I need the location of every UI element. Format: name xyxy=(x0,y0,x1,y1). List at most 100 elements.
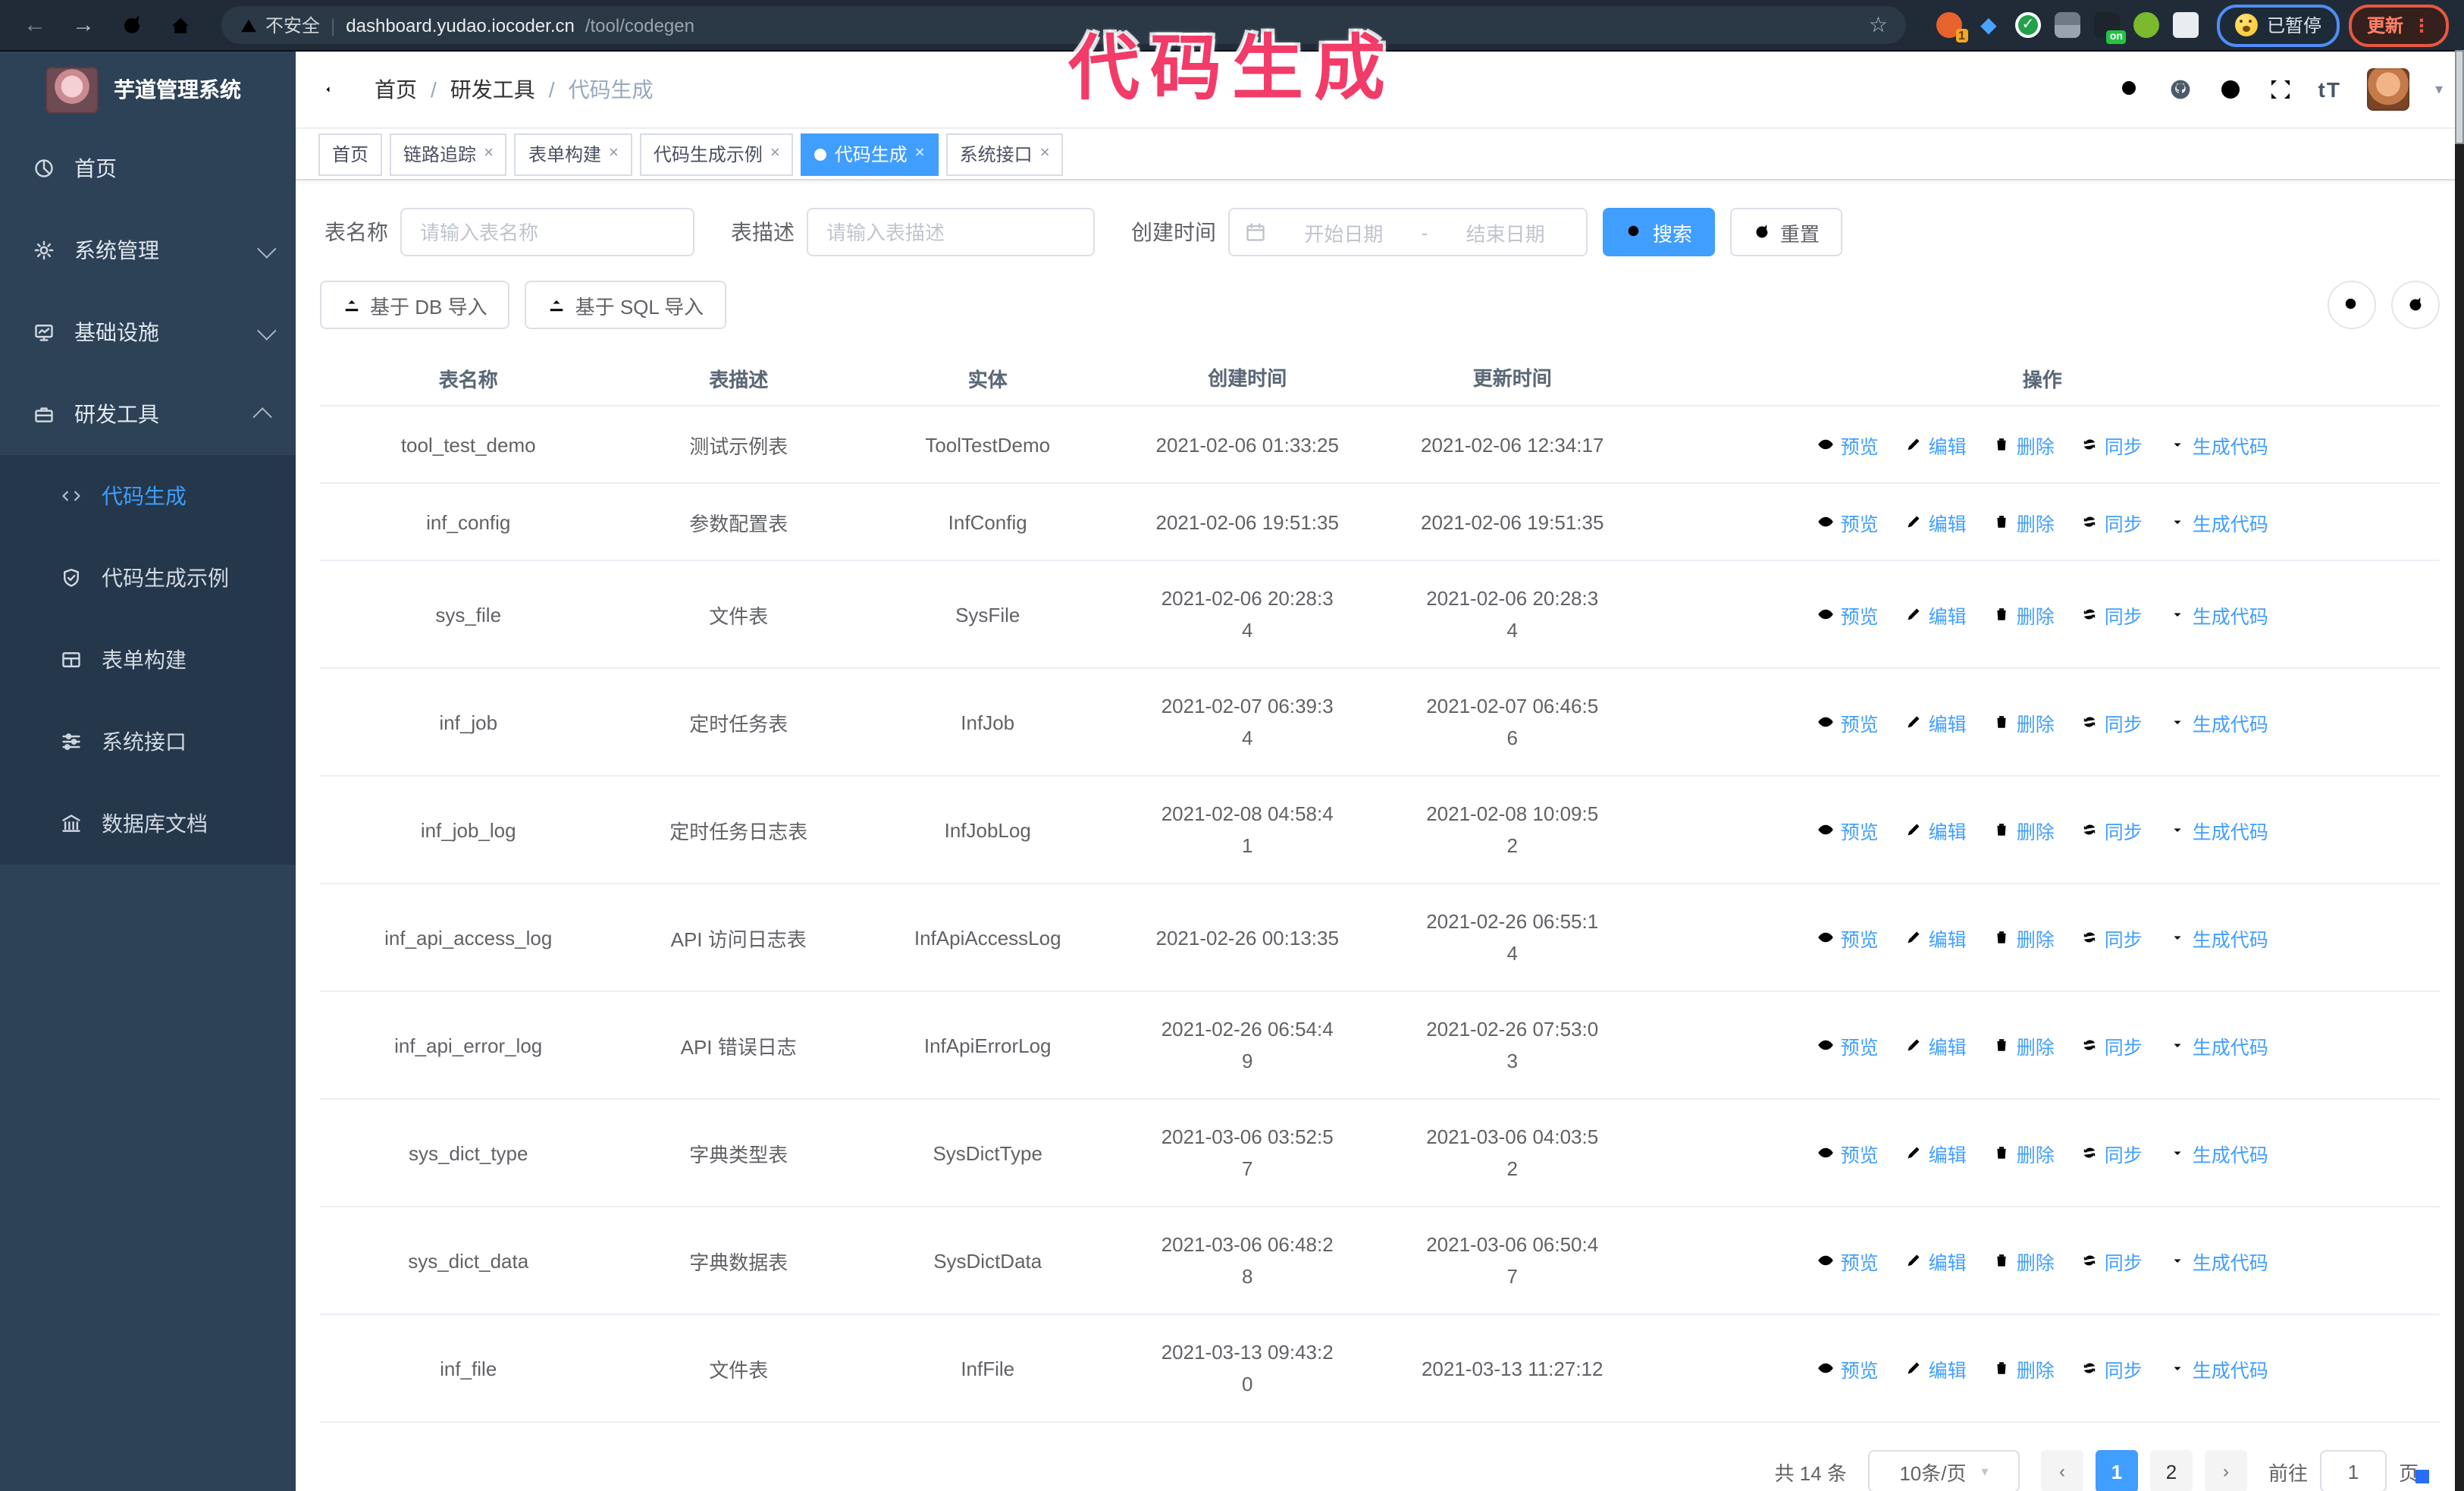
preview-link[interactable]: 预览 xyxy=(1817,1031,1879,1059)
search-icon[interactable] xyxy=(2118,77,2143,102)
delete-link[interactable]: 删除 xyxy=(1992,1246,2055,1275)
preview-link[interactable]: 预览 xyxy=(1817,1138,1879,1167)
preview-link[interactable]: 预览 xyxy=(1817,430,1879,459)
sync-link[interactable]: 同步 xyxy=(2080,708,2143,736)
extension-icon-6[interactable] xyxy=(2133,12,2159,38)
generate-code-link[interactable]: 生成代码 xyxy=(2168,507,2268,536)
delete-link[interactable]: 删除 xyxy=(1992,600,2055,629)
profile-paused-badge[interactable]: 已暂停 xyxy=(2216,4,2340,46)
generate-code-link[interactable]: 生成代码 xyxy=(2168,1031,2268,1059)
close-icon[interactable]: × xyxy=(1040,145,1050,162)
sync-link[interactable]: 同步 xyxy=(2080,815,2143,844)
close-icon[interactable]: × xyxy=(484,145,494,162)
browser-update-button[interactable]: 更新 ⋮ xyxy=(2348,4,2449,46)
github-icon[interactable] xyxy=(2168,77,2193,102)
generate-code-link[interactable]: 生成代码 xyxy=(2168,600,2268,629)
sync-link[interactable]: 同步 xyxy=(2080,507,2143,536)
generate-code-link[interactable]: 生成代码 xyxy=(2168,1246,2268,1275)
close-icon[interactable]: × xyxy=(609,145,619,162)
edit-link[interactable]: 编辑 xyxy=(1904,600,1967,629)
prev-page-button[interactable]: ‹ xyxy=(2040,1450,2083,1491)
import-sql-button[interactable]: 基于 SQL 导入 xyxy=(525,281,727,329)
extension-icon-2[interactable]: ◆ xyxy=(1976,12,2002,38)
generate-code-link[interactable]: 生成代码 xyxy=(2168,815,2268,844)
browser-forward-icon[interactable]: → xyxy=(64,5,103,45)
sidebar-item-dev-tools[interactable]: 研发工具 xyxy=(0,373,296,455)
tab-home[interactable]: 首页 xyxy=(318,133,383,175)
edit-link[interactable]: 编辑 xyxy=(1904,1138,1967,1167)
table-name-input[interactable] xyxy=(400,208,694,256)
sidebar-item-infrastructure[interactable]: 基础设施 xyxy=(0,291,296,373)
sidebar-item-system-management[interactable]: 系统管理 xyxy=(0,209,296,291)
sidebar-item-form-builder[interactable]: 表单构建 xyxy=(0,619,296,701)
sidebar-item-codegen-example[interactable]: 代码生成示例 xyxy=(0,537,296,619)
font-size-icon[interactable]: tT xyxy=(2318,77,2341,102)
generate-code-link[interactable]: 生成代码 xyxy=(2168,1138,2268,1167)
extension-icon-4[interactable] xyxy=(2054,12,2080,38)
help-icon[interactable] xyxy=(2218,77,2243,102)
edit-link[interactable]: 编辑 xyxy=(1904,708,1967,736)
address-bar[interactable]: 不安全 | dashboard.yudao.iocoder.cn/tool/co… xyxy=(221,6,1906,44)
extension-icon-5[interactable]: on xyxy=(2093,12,2126,44)
generate-code-link[interactable]: 生成代码 xyxy=(2168,923,2268,952)
preview-link[interactable]: 预览 xyxy=(1817,1354,1879,1383)
generate-code-link[interactable]: 生成代码 xyxy=(2168,430,2268,459)
search-button[interactable]: 搜索 xyxy=(1603,208,1716,256)
avatar-caret-down-icon[interactable]: ▾ xyxy=(2435,81,2443,98)
tab-codegen-example[interactable]: 代码生成示例 × xyxy=(639,133,794,175)
delete-link[interactable]: 删除 xyxy=(1992,1138,2055,1167)
next-page-button[interactable]: › xyxy=(2204,1450,2247,1491)
extensions-puzzle-icon[interactable] xyxy=(2172,12,2199,38)
fullscreen-icon[interactable] xyxy=(2268,77,2293,102)
delete-link[interactable]: 删除 xyxy=(1992,430,2055,459)
page-scrollbar[interactable] xyxy=(2455,50,2464,1491)
preview-link[interactable]: 预览 xyxy=(1817,923,1879,952)
preview-link[interactable]: 预览 xyxy=(1817,600,1879,629)
import-db-button[interactable]: 基于 DB 导入 xyxy=(320,281,510,329)
delete-link[interactable]: 删除 xyxy=(1992,923,2055,952)
extension-icon-3[interactable]: ✓ xyxy=(2014,12,2041,38)
edit-link[interactable]: 编辑 xyxy=(1904,1246,1967,1275)
page-button-2[interactable]: 2 xyxy=(2149,1450,2193,1491)
bookmark-star-icon[interactable]: ☆ xyxy=(1869,12,1888,38)
reset-button[interactable]: 重置 xyxy=(1730,208,1843,256)
close-icon[interactable]: × xyxy=(915,145,925,162)
user-avatar[interactable] xyxy=(2366,68,2409,111)
sync-link[interactable]: 同步 xyxy=(2080,1354,2143,1383)
table-desc-input[interactable] xyxy=(807,208,1095,256)
scrollbar-thumb[interactable] xyxy=(2455,50,2464,144)
generate-code-link[interactable]: 生成代码 xyxy=(2168,708,2268,736)
sync-link[interactable]: 同步 xyxy=(2080,600,2143,629)
breadcrumb-dev-tools[interactable]: 研发工具 xyxy=(450,74,535,105)
delete-link[interactable]: 删除 xyxy=(1992,708,2055,736)
browser-reload-icon[interactable] xyxy=(112,5,152,45)
generate-code-link[interactable]: 生成代码 xyxy=(2168,1354,2268,1383)
preview-link[interactable]: 预览 xyxy=(1817,507,1879,536)
tab-code-generation[interactable]: 代码生成 × xyxy=(801,133,939,175)
page-size-select[interactable]: 10条/页 ▾ xyxy=(1867,1450,2020,1491)
edit-link[interactable]: 编辑 xyxy=(1904,815,1967,844)
sidebar-item-code-generation[interactable]: 代码生成 xyxy=(0,455,296,537)
delete-link[interactable]: 删除 xyxy=(1992,1354,2055,1383)
browser-back-icon[interactable]: ← xyxy=(15,5,55,45)
app-logo-row[interactable]: 芋道管理系统 xyxy=(0,52,296,127)
sync-link[interactable]: 同步 xyxy=(2080,923,2143,952)
sync-link[interactable]: 同步 xyxy=(2080,1138,2143,1167)
delete-link[interactable]: 删除 xyxy=(1992,1031,2055,1059)
create-time-range-picker[interactable]: 开始日期 - 结束日期 xyxy=(1228,208,1588,256)
page-button-1[interactable]: 1 xyxy=(2095,1450,2138,1491)
sidebar-collapse-icon[interactable] xyxy=(323,77,347,102)
preview-link[interactable]: 预览 xyxy=(1817,708,1879,736)
delete-link[interactable]: 删除 xyxy=(1992,507,2055,536)
breadcrumb-home[interactable]: 首页 xyxy=(375,74,417,105)
close-icon[interactable]: × xyxy=(770,145,780,162)
edit-link[interactable]: 编辑 xyxy=(1904,923,1967,952)
goto-page-input[interactable] xyxy=(2319,1450,2387,1491)
toggle-search-button[interactable] xyxy=(2328,281,2376,329)
sidebar-item-system-api[interactable]: 系统接口 xyxy=(0,701,296,783)
preview-link[interactable]: 预览 xyxy=(1817,815,1879,844)
browser-menu-dots-icon[interactable]: ⋮ xyxy=(2412,14,2431,36)
preview-link[interactable]: 预览 xyxy=(1817,1246,1879,1275)
tab-form-builder[interactable]: 表单构建 × xyxy=(514,133,632,175)
sync-link[interactable]: 同步 xyxy=(2080,430,2143,459)
